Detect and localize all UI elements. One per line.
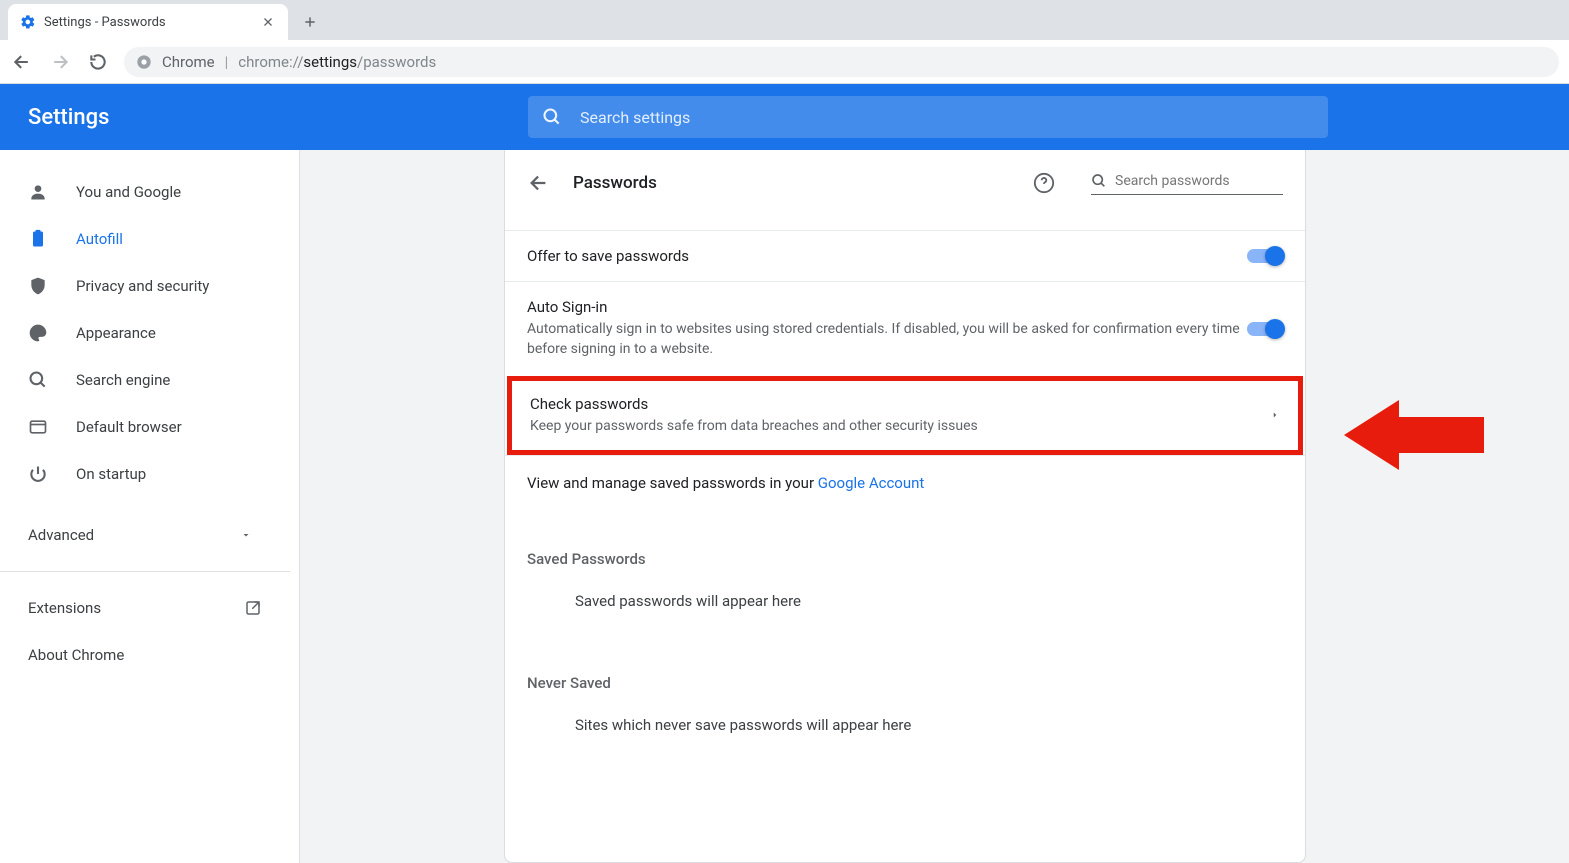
sidebar-item-label: On startup	[76, 465, 146, 483]
sidebar-item-privacy[interactable]: Privacy and security	[0, 262, 283, 309]
sidebar-item-default-browser[interactable]: Default browser	[0, 403, 283, 450]
settings-header: Settings Search settings	[0, 84, 1569, 150]
sidebar-item-label: Appearance	[76, 324, 156, 342]
settings-sidebar: You and Google Autofill Privacy and secu…	[0, 150, 300, 863]
never-saved-label: Never Saved	[505, 634, 1305, 708]
panel-back-button[interactable]	[527, 171, 551, 195]
help-icon[interactable]	[1033, 172, 1055, 194]
app-title: Settings	[28, 105, 488, 130]
search-icon	[542, 107, 562, 127]
browser-toolbar: Chrome | chrome://settings/passwords	[0, 40, 1569, 84]
chevron-down-icon	[240, 529, 252, 541]
sidebar-item-search-engine[interactable]: Search engine	[0, 356, 283, 403]
auto-signin-title: Auto Sign-in	[527, 298, 1247, 316]
new-tab-button[interactable]	[296, 8, 324, 36]
sidebar-item-on-startup[interactable]: On startup	[0, 450, 283, 497]
sidebar-advanced-toggle[interactable]: Advanced	[0, 511, 280, 559]
sidebar-item-about[interactable]: About Chrome	[0, 631, 290, 678]
annotation-arrow	[1344, 395, 1484, 475]
gear-icon	[20, 14, 36, 30]
address-bar[interactable]: Chrome | chrome://settings/passwords	[124, 47, 1559, 77]
search-passwords-field[interactable]	[1115, 173, 1275, 189]
check-passwords-title: Check passwords	[530, 395, 1270, 413]
shield-icon	[28, 276, 48, 296]
sidebar-item-label: You and Google	[76, 183, 181, 201]
sidebar-item-autofill[interactable]: Autofill	[0, 215, 283, 262]
search-settings-placeholder: Search settings	[580, 108, 690, 127]
search-icon	[1091, 173, 1107, 189]
auto-signin-description: Automatically sign in to websites using …	[527, 319, 1247, 360]
offer-save-label: Offer to save passwords	[527, 247, 1247, 265]
clipboard-icon	[28, 229, 48, 249]
person-icon	[28, 182, 48, 202]
url-text: chrome://settings/passwords	[238, 53, 436, 71]
sidebar-item-appearance[interactable]: Appearance	[0, 309, 283, 356]
site-label: Chrome	[162, 53, 215, 71]
check-passwords-description: Keep your passwords safe from data breac…	[530, 416, 1270, 436]
sidebar-item-label: Privacy and security	[76, 277, 209, 295]
offer-save-toggle[interactable]	[1247, 249, 1283, 263]
browser-icon	[28, 417, 48, 437]
check-passwords-row[interactable]: Check passwords Keep your passwords safe…	[512, 381, 1298, 450]
chrome-icon	[136, 54, 152, 70]
search-settings-input[interactable]: Search settings	[528, 96, 1328, 138]
panel-header: Passwords	[505, 150, 1305, 216]
sidebar-separator	[0, 571, 290, 572]
view-manage-text: View and manage saved passwords in your	[527, 474, 818, 492]
sidebar-item-you-and-google[interactable]: You and Google	[0, 168, 283, 215]
sidebar-item-label: Default browser	[76, 418, 182, 436]
never-saved-empty: Sites which never save passwords will ap…	[505, 708, 1305, 758]
browser-tab[interactable]: Settings - Passwords	[8, 4, 288, 40]
saved-passwords-empty: Saved passwords will appear here	[505, 584, 1305, 634]
saved-passwords-label: Saved Passwords	[505, 510, 1305, 584]
offer-save-passwords-row: Offer to save passwords	[505, 230, 1305, 281]
about-label: About Chrome	[28, 646, 124, 664]
browser-tab-strip: Settings - Passwords	[0, 0, 1569, 40]
search-icon	[28, 370, 48, 390]
power-icon	[28, 464, 48, 484]
tab-title: Settings - Passwords	[44, 15, 252, 30]
reload-button[interactable]	[86, 50, 110, 74]
view-manage-row: View and manage saved passwords in your …	[505, 455, 1305, 510]
content-area: You and Google Autofill Privacy and secu…	[0, 150, 1569, 863]
back-button[interactable]	[10, 50, 34, 74]
extensions-label: Extensions	[28, 599, 101, 617]
open-external-icon	[244, 599, 262, 617]
google-account-link[interactable]: Google Account	[818, 474, 925, 492]
forward-button[interactable]	[48, 50, 72, 74]
search-passwords-input[interactable]	[1091, 171, 1283, 195]
panel-title: Passwords	[573, 173, 1011, 193]
auto-signin-toggle[interactable]	[1247, 322, 1283, 336]
close-icon[interactable]	[260, 14, 276, 30]
sidebar-item-label: Autofill	[76, 230, 123, 248]
auto-signin-row: Auto Sign-in Automatically sign in to we…	[505, 281, 1305, 376]
check-passwords-highlight: Check passwords Keep your passwords safe…	[507, 376, 1303, 455]
palette-icon	[28, 323, 48, 343]
sidebar-item-extensions[interactable]: Extensions	[0, 584, 290, 631]
advanced-label: Advanced	[28, 526, 94, 544]
main-wrap: Passwords Offer to save passwords Auto S…	[300, 150, 1569, 863]
sidebar-item-label: Search engine	[76, 371, 170, 389]
chevron-right-icon	[1270, 410, 1280, 420]
omnibox-divider: |	[225, 53, 229, 71]
passwords-panel: Passwords Offer to save passwords Auto S…	[504, 150, 1306, 863]
